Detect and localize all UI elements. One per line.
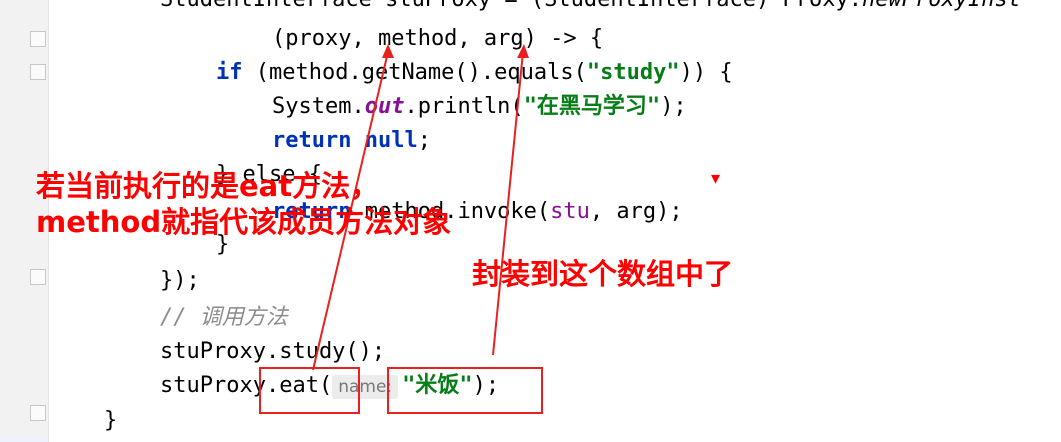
annotation-text: method就指代该成员方法对象 <box>36 205 452 239</box>
annotation-note-array: 封装到这个数组中了 <box>472 257 734 291</box>
arrow-to-arg <box>492 51 524 356</box>
annotation-text: 若当前执行的是eat方法， <box>36 169 380 203</box>
arrowhead-icon <box>517 44 529 58</box>
text-caret-icon: ▾ <box>711 168 721 189</box>
highlight-box-argument <box>387 367 543 414</box>
annotation-note-method: 若当前执行的是eat方法， method就指代该成员方法对象 <box>36 168 451 240</box>
arrowhead-icon <box>382 44 394 58</box>
highlight-box-eat <box>259 367 360 414</box>
